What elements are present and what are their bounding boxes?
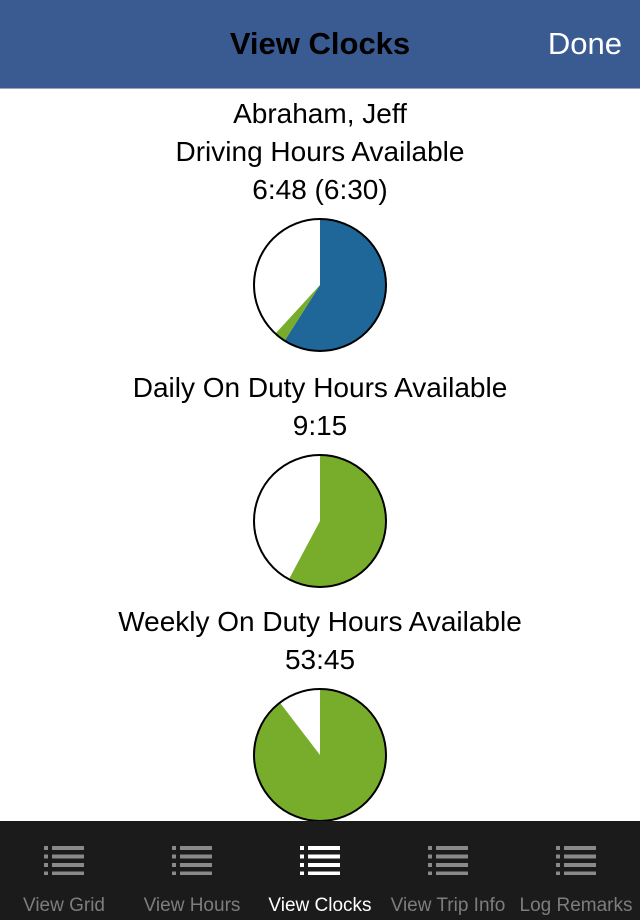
list-line [308, 846, 340, 850]
driving-hours-pie [253, 218, 387, 352]
list-line [564, 863, 596, 867]
list-bullet [172, 854, 176, 859]
driver-name: Abraham, Jeff [233, 98, 407, 129]
list-bullet [556, 863, 560, 867]
tab-view-clocks[interactable]: View Clocks [256, 821, 384, 920]
list-bullet [428, 863, 432, 867]
tab-label: View Hours [143, 895, 241, 916]
page-title: View Clocks [229, 26, 411, 61]
list-line [180, 846, 212, 850]
list-line [436, 854, 468, 859]
list-bullet [172, 846, 176, 850]
list-bullet [300, 871, 304, 875]
list-bullet [428, 854, 432, 859]
list-bullet [300, 846, 304, 850]
list-line [180, 854, 212, 859]
list-icon [172, 846, 212, 875]
tab-label: Log Remarks [519, 895, 633, 916]
list-icon [300, 846, 340, 875]
clock-title-driving: Driving Hours Available [175, 136, 465, 167]
tab-log-remarks[interactable]: Log Remarks [512, 821, 640, 920]
list-bullet [300, 863, 304, 867]
daily-on-duty-pie [253, 454, 387, 588]
clock-value-daily: 9:15 [292, 410, 348, 441]
list-bullet [44, 863, 48, 867]
list-icon [556, 846, 596, 875]
list-icon [428, 846, 468, 875]
list-bullet [556, 871, 560, 875]
list-bullet [556, 854, 560, 859]
list-bullet [172, 871, 176, 875]
list-bullet [556, 846, 560, 850]
list-line [52, 863, 84, 867]
clock-value-driving: 6:48 (6:30) [252, 174, 388, 205]
list-bullet [44, 854, 48, 859]
done-button[interactable]: Done [548, 26, 622, 62]
weekly-on-duty-pie [253, 688, 387, 822]
tab-view-grid[interactable]: View Grid [0, 821, 128, 920]
list-bullet [172, 863, 176, 867]
list-line [564, 846, 596, 850]
list-icon [44, 846, 84, 875]
list-bullet [428, 871, 432, 875]
list-bullet [300, 854, 304, 859]
tab-bar: View Grid View Hours View Clocks View Tr… [0, 821, 640, 920]
clock-title-weekly: Weekly On Duty Hours Available [118, 606, 522, 637]
clock-title-daily: Daily On Duty Hours Available [132, 372, 508, 403]
list-bullet [44, 871, 48, 875]
list-bullet [428, 846, 432, 850]
list-line [52, 854, 84, 859]
list-line [308, 871, 340, 875]
clock-value-weekly: 53:45 [284, 644, 356, 675]
navigation-bar: View Clocks Done [0, 0, 640, 89]
list-line [52, 871, 84, 875]
clocks-content: Abraham, Jeff Driving Hours Available 6:… [0, 89, 640, 822]
tab-view-hours[interactable]: View Hours [128, 821, 256, 920]
tab-view-trip-info[interactable]: View Trip Info [384, 821, 512, 920]
list-line [308, 863, 340, 867]
list-bullet [44, 846, 48, 850]
list-line [564, 871, 596, 875]
list-line [180, 871, 212, 875]
list-line [308, 854, 340, 859]
tab-label: View Clocks [268, 895, 372, 916]
list-line [436, 846, 468, 850]
list-line [180, 863, 212, 867]
list-line [436, 871, 468, 875]
list-line [436, 863, 468, 867]
list-line [52, 846, 84, 850]
tab-label: View Grid [22, 895, 105, 916]
list-line [564, 854, 596, 859]
tab-label: View Trip Info [390, 895, 506, 916]
